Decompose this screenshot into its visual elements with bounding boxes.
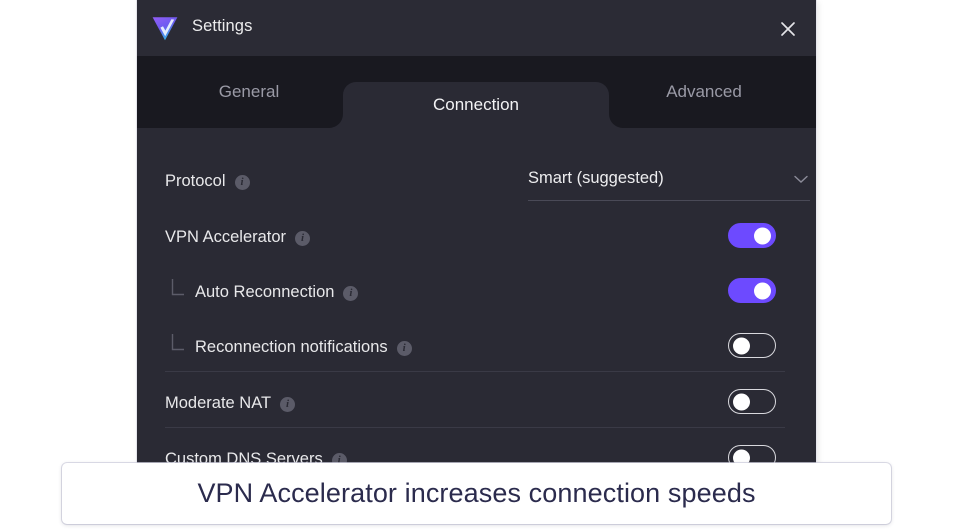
- tab-general[interactable]: General: [145, 56, 353, 128]
- tab-connection-label[interactable]: Connection: [343, 82, 609, 128]
- tab-notch-left: [329, 114, 343, 128]
- branch-corner-icon: [171, 279, 185, 299]
- settings-tabs: General Connection Advanced: [137, 56, 816, 128]
- protocol-label-group: Protocol i: [165, 172, 250, 191]
- setting-row-auto-reconnection: Auto Reconnection i: [165, 265, 785, 320]
- close-icon[interactable]: [774, 15, 802, 43]
- caption-banner: VPN Accelerator increases connection spe…: [62, 463, 891, 524]
- caption-text: VPN Accelerator increases connection spe…: [197, 478, 756, 508]
- window-titlebar: Settings: [137, 0, 816, 56]
- protocol-selected-value: Smart (suggested): [528, 169, 664, 187]
- toggle-knob: [754, 227, 771, 244]
- moderate-nat-label: Moderate NAT: [165, 394, 272, 412]
- chevron-down-icon: [794, 175, 808, 184]
- reconnection-notifications-label: Reconnection notifications: [195, 338, 388, 356]
- info-icon[interactable]: i: [234, 175, 250, 190]
- auto-reconnection-toggle[interactable]: [728, 278, 776, 303]
- info-icon[interactable]: i: [343, 286, 359, 301]
- toggle-knob: [733, 393, 750, 410]
- vpn-accelerator-label-group: VPN Accelerator i: [165, 228, 311, 247]
- auto-reconnection-label-group: Auto Reconnection i: [165, 283, 359, 302]
- protocol-label: Protocol: [165, 172, 226, 190]
- info-icon[interactable]: i: [295, 231, 311, 246]
- moderate-nat-toggle[interactable]: [728, 389, 776, 414]
- vpn-accelerator-label: VPN Accelerator: [165, 228, 287, 246]
- toggle-knob: [733, 337, 750, 354]
- info-icon[interactable]: i: [280, 397, 296, 412]
- tab-connection[interactable]: Connection: [329, 82, 623, 128]
- toggle-knob: [754, 282, 771, 299]
- auto-reconnection-label: Auto Reconnection: [195, 283, 335, 301]
- settings-window: Settings General Connection Advanced Pro…: [137, 0, 816, 470]
- moderate-nat-label-group: Moderate NAT i: [165, 394, 296, 413]
- connection-settings-panel: Protocol i Smart (suggested) VPN Acceler…: [137, 128, 816, 470]
- tab-advanced[interactable]: Advanced: [600, 56, 808, 128]
- setting-row-moderate-nat: Moderate NAT i: [165, 376, 785, 431]
- window-title: Settings: [192, 17, 253, 35]
- branch-corner-icon: [171, 334, 185, 354]
- setting-row-reconnection-notifications: Reconnection notifications i: [165, 320, 785, 375]
- info-icon[interactable]: i: [396, 341, 412, 356]
- protocol-dropdown[interactable]: Smart (suggested): [528, 166, 810, 201]
- reconnection-notifications-toggle[interactable]: [728, 333, 776, 358]
- section-divider: [165, 371, 785, 372]
- section-divider: [165, 427, 785, 428]
- vpn-accelerator-toggle[interactable]: [728, 223, 776, 248]
- setting-row-vpn-accelerator: VPN Accelerator i: [165, 210, 785, 265]
- protonvpn-logo-icon: [150, 14, 180, 43]
- reconnection-notifications-label-group: Reconnection notifications i: [165, 338, 412, 357]
- setting-row-protocol: Protocol i Smart (suggested): [165, 154, 810, 209]
